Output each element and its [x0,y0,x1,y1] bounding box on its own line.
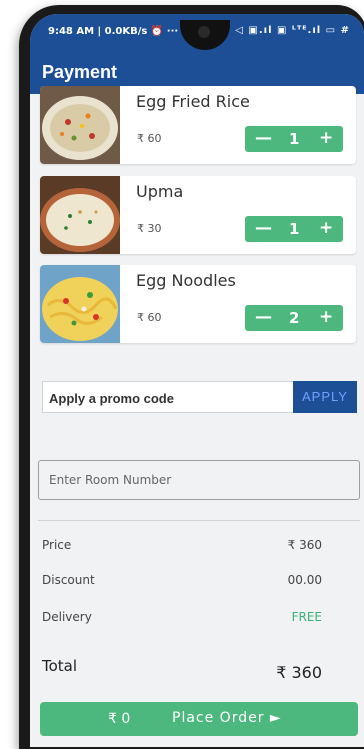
item-price: ₹ 60 [137,311,162,324]
quantity-stepper: — 1 + [245,126,343,152]
app-screen: 9:48 AM | 0.0KB/s ⏰ ··· ◁ ▣.ıl ▣ ᴸᵀᴱ.ıl … [30,14,364,747]
quantity-value: 1 [289,220,300,238]
item-name: Egg Fried Rice [136,92,250,111]
item-name: Upma [136,182,184,201]
cart-item-egg-fried-rice: Egg Fried Rice ₹ 60 — 1 + [40,86,356,164]
delivery-value: FREE [291,610,322,624]
place-order-label: Place Order ► [172,710,282,726]
quantity-value: 2 [289,309,300,327]
delivery-row: Delivery FREE [42,610,322,624]
camera-icon [198,26,210,38]
decrement-button[interactable]: — [255,307,272,327]
discount-row: Discount 00.00 [42,573,322,587]
egg-fried-rice-image [40,86,120,164]
cart-item-egg-noodles: Egg Noodles ₹ 60 — 2 + [40,265,356,343]
quantity-stepper: — 1 + [245,216,343,242]
discount-label: Discount [42,573,95,587]
price-value: ₹ 360 [287,538,322,552]
delivery-label: Delivery [42,610,92,624]
upma-image [40,176,120,254]
price-row: Price ₹ 360 [42,538,322,552]
page-title: Payment [42,62,118,82]
status-time: 9:48 AM | 0.0KB/s ⏰ ··· [48,26,179,37]
item-name: Egg Noodles [136,271,236,290]
egg-noodles-image [40,265,120,343]
price-label: Price [42,538,72,552]
increment-button[interactable]: + [319,307,333,327]
apply-promo-button[interactable]: APPLY [293,381,357,413]
quantity-value: 1 [289,130,300,148]
status-icons: ◁ ▣.ıl ▣ ᴸᵀᴱ.ıl ▭ # [235,25,350,36]
increment-button[interactable]: + [319,128,333,148]
order-amount: ₹ 0 [108,711,131,727]
divider [38,520,360,521]
promo-code-input[interactable]: Apply a promo code [42,381,294,413]
quantity-stepper: — 2 + [245,305,343,331]
increment-button[interactable]: + [319,218,333,238]
decrement-button[interactable]: — [255,128,272,148]
place-order-button[interactable]: ₹ 0 Place Order ► [40,702,358,736]
total-label: Total [42,657,78,675]
cart-item-upma: Upma ₹ 30 — 1 + [40,176,356,254]
decrement-button[interactable]: — [255,218,272,238]
discount-value: 00.00 [287,573,322,587]
item-price: ₹ 30 [137,222,162,235]
total-row: Total ₹ 360 [42,657,322,682]
room-number-input[interactable]: Enter Room Number [38,460,360,500]
item-price: ₹ 60 [137,132,162,145]
total-value: ₹ 360 [276,663,322,682]
